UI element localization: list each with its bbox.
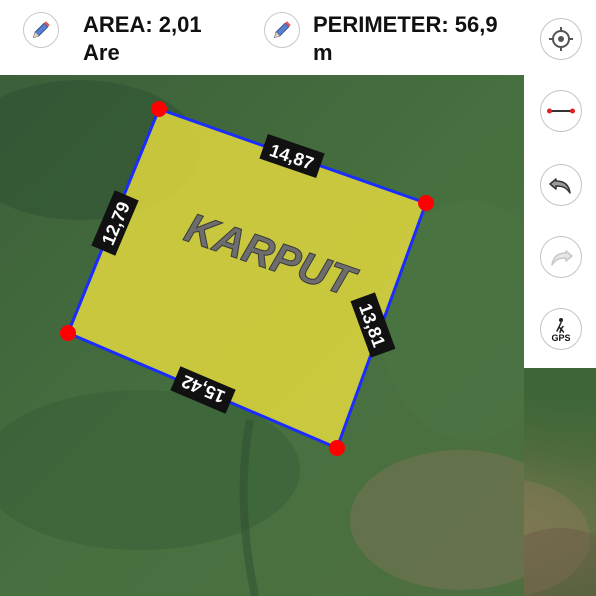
- undo-icon: [549, 178, 571, 194]
- pencil-icon: [274, 21, 291, 38]
- redo-icon: [551, 250, 573, 266]
- edit-area-button[interactable]: [23, 12, 59, 48]
- vertex-marker[interactable]: [60, 325, 76, 341]
- area-value: AREA: 2,01 Are: [83, 12, 202, 65]
- map-view[interactable]: KARPUT 14,87 13,81 15,42 12,79: [0, 75, 524, 596]
- pencil-icon: [33, 21, 50, 38]
- locate-button[interactable]: [540, 18, 582, 60]
- gps-label: GPS: [551, 333, 570, 343]
- measure-line-button[interactable]: [540, 90, 582, 132]
- perimeter-value: PERIMETER: 56,9 m: [313, 12, 498, 65]
- tool-panel: GPS: [524, 0, 596, 368]
- vertex-marker[interactable]: [151, 101, 167, 117]
- vertex-marker[interactable]: [329, 440, 345, 456]
- undo-button[interactable]: [540, 164, 582, 206]
- ruler-line-icon: [547, 108, 575, 114]
- crosshair-icon: [549, 27, 573, 51]
- gps-button[interactable]: GPS: [540, 308, 582, 350]
- measurement-bar: AREA: 2,01 Are PERIMETER: 56,9 m: [0, 0, 524, 75]
- gps-walk-icon: GPS: [551, 318, 571, 343]
- edit-perimeter-button[interactable]: [264, 12, 300, 48]
- redo-button[interactable]: [540, 236, 582, 278]
- vertex-marker[interactable]: [418, 195, 434, 211]
